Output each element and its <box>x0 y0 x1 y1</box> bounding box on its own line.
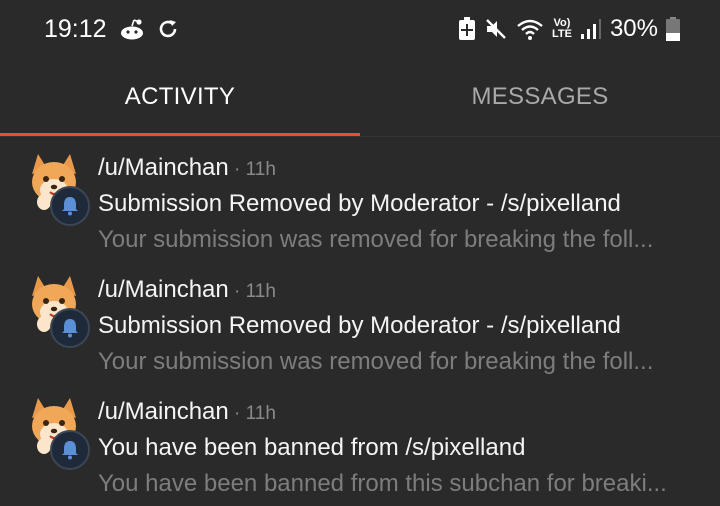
notification-title: You have been banned from /s/pixelland <box>98 434 526 461</box>
tab-messages-label: MESSAGES <box>471 83 609 110</box>
sync-icon <box>157 18 179 40</box>
battery-saver-icon <box>458 17 476 41</box>
tab-activity[interactable]: ACTIVITY <box>0 58 360 136</box>
reddit-icon <box>119 18 145 40</box>
volte-lte-icon: Vo) LTE <box>552 18 572 40</box>
notification-title: Submission Removed by Moderator - /s/pix… <box>98 190 621 217</box>
tab-bar: ACTIVITY MESSAGES <box>0 58 720 136</box>
notification-bell-badge <box>50 430 90 470</box>
notification-list: /u/Mainchan · 11h Submission Removed by … <box>0 140 720 506</box>
notification-user[interactable]: /u/Mainchan <box>98 276 229 303</box>
notification-header: /u/Mainchan · 11h <box>98 276 276 304</box>
battery-icon <box>666 17 680 41</box>
mute-icon <box>484 17 508 41</box>
bell-icon <box>62 197 78 216</box>
notification-time: 11h <box>245 403 276 424</box>
meta-separator: · <box>228 159 246 180</box>
bell-icon <box>62 319 78 338</box>
notification-bell-badge <box>50 186 90 226</box>
signal-icon <box>580 17 602 41</box>
meta-separator: · <box>228 403 246 424</box>
notification-item[interactable]: /u/Mainchan · 11h You have been banned f… <box>0 384 720 506</box>
notification-time: 11h <box>245 159 276 180</box>
notification-preview: Your submission was removed for breaking… <box>98 226 654 253</box>
status-time: 19:12 <box>44 14 107 43</box>
wifi-icon <box>516 17 544 41</box>
tab-activity-label: ACTIVITY <box>124 83 236 110</box>
lte-label: LTE <box>551 28 572 40</box>
notification-header: /u/Mainchan · 11h <box>98 154 276 182</box>
meta-separator: · <box>228 281 246 302</box>
tab-messages[interactable]: MESSAGES <box>360 58 720 136</box>
notification-preview: Your submission was removed for breaking… <box>98 348 654 375</box>
notification-bell-badge <box>50 308 90 348</box>
notification-user[interactable]: /u/Mainchan <box>98 154 229 181</box>
notification-preview: You have been banned from this subchan f… <box>98 470 667 497</box>
status-bar: 19:12 Vo) LTE 30% <box>0 0 720 58</box>
notification-item[interactable]: /u/Mainchan · 11h Submission Removed by … <box>0 140 720 262</box>
bell-icon <box>62 441 78 460</box>
notification-time: 11h <box>245 281 276 302</box>
notification-item[interactable]: /u/Mainchan · 11h Submission Removed by … <box>0 262 720 384</box>
notification-title: Submission Removed by Moderator - /s/pix… <box>98 312 621 339</box>
battery-percent: 30% <box>609 15 658 42</box>
notification-header: /u/Mainchan · 11h <box>98 398 276 426</box>
tab-divider <box>0 136 720 137</box>
notification-user[interactable]: /u/Mainchan <box>98 398 229 425</box>
